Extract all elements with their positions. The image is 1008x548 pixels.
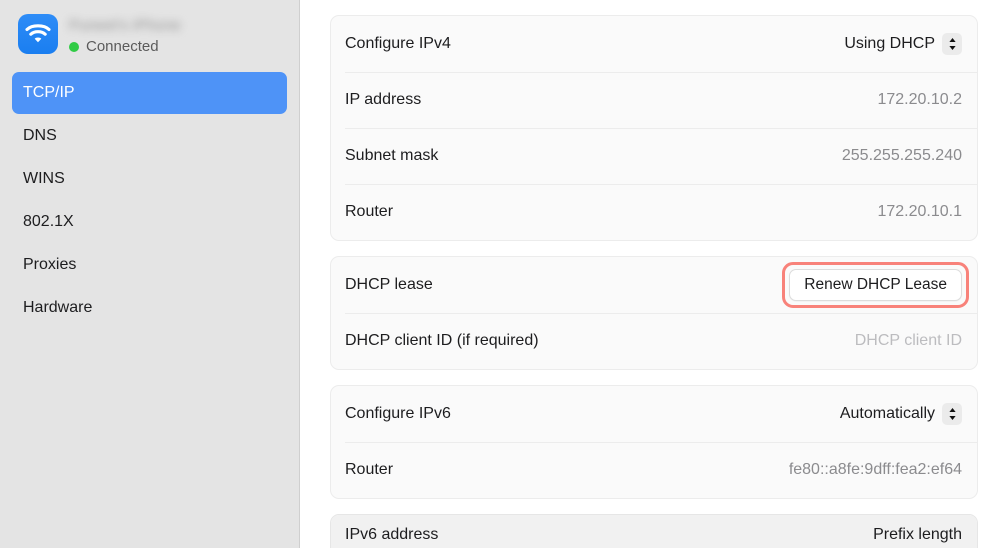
sidebar-nav: TCP/IP DNS WINS 802.1X Proxies Hardware <box>0 72 299 329</box>
dhcp-lease-label: DHCP lease <box>345 276 433 293</box>
table-header-row: IPv6 address Prefix length <box>331 515 977 548</box>
sidebar-item-wins[interactable]: WINS <box>12 158 287 200</box>
sidebar-item-label: WINS <box>23 170 65 187</box>
sidebar-item-label: Hardware <box>23 299 93 316</box>
sidebar-item-8021x[interactable]: 802.1X <box>12 201 287 243</box>
router-ipv6-label: Router <box>345 461 394 478</box>
row-router-ipv4: Router 172.20.10.1 <box>331 184 977 240</box>
chevron-updown-icon <box>942 403 962 425</box>
row-subnet-mask: Subnet mask 255.255.255.240 <box>331 128 977 184</box>
sidebar-item-label: 802.1X <box>23 213 74 230</box>
router-ipv4-label: Router <box>345 203 394 220</box>
dhcp-card: DHCP lease Renew DHCP Lease DHCP client … <box>330 256 978 370</box>
status-dot-icon <box>69 41 79 52</box>
ip-address-value: 172.20.10.2 <box>877 91 962 108</box>
row-ip-address: IP address 172.20.10.2 <box>331 72 977 128</box>
row-router-ipv6: Router fe80::a8fe:9dff:fea2:ef64 <box>331 442 977 498</box>
renew-dhcp-lease-wrap: Renew DHCP Lease <box>782 261 969 309</box>
configure-ipv4-popup[interactable]: Using DHCP <box>844 33 962 55</box>
row-configure-ipv6: Configure IPv6 Automatically <box>331 386 977 442</box>
subnet-mask-label: Subnet mask <box>345 147 439 164</box>
column-header-ipv6-address: IPv6 address <box>345 526 439 543</box>
sidebar-item-label: DNS <box>23 127 57 144</box>
configure-ipv6-value: Automatically <box>839 405 935 422</box>
configure-ipv6-popup[interactable]: Automatically <box>840 403 962 425</box>
router-ipv4-value: 172.20.10.1 <box>877 203 962 220</box>
device-status-label: Connected <box>86 38 159 55</box>
column-header-prefix-length: Prefix length <box>873 526 962 543</box>
renew-dhcp-lease-button[interactable]: Renew DHCP Lease <box>789 268 962 302</box>
row-dhcp-lease: DHCP lease Renew DHCP Lease <box>331 257 977 313</box>
dhcp-client-id-label: DHCP client ID (if required) <box>345 332 539 349</box>
device-name: Puneet's iPhone <box>69 17 181 34</box>
network-settings-window: Puneet's iPhone Connected TCP/IP DNS WIN… <box>0 0 1008 548</box>
configure-ipv6-label: Configure IPv6 <box>345 405 451 422</box>
sidebar: Puneet's iPhone Connected TCP/IP DNS WIN… <box>0 0 300 548</box>
device-status: Connected <box>69 38 181 55</box>
sidebar-item-label: TCP/IP <box>23 84 75 101</box>
row-dhcp-client-id: DHCP client ID (if required) DHCP client… <box>331 313 977 369</box>
sidebar-item-dns[interactable]: DNS <box>12 115 287 157</box>
router-ipv6-value: fe80::a8fe:9dff:fea2:ef64 <box>788 461 962 478</box>
ipv4-card: Configure IPv4 Using DHCP IP address 172… <box>330 15 978 241</box>
sidebar-item-proxies[interactable]: Proxies <box>12 244 287 286</box>
settings-content: Configure IPv4 Using DHCP IP address 172… <box>300 0 1008 548</box>
configure-ipv4-label: Configure IPv4 <box>345 35 451 52</box>
dhcp-client-id-input[interactable]: DHCP client ID <box>855 332 962 350</box>
chevron-updown-icon <box>942 33 962 55</box>
ip-address-label: IP address <box>345 91 422 108</box>
sidebar-item-hardware[interactable]: Hardware <box>12 287 287 329</box>
wifi-icon <box>18 14 58 54</box>
cards-column: Configure IPv4 Using DHCP IP address 172… <box>330 15 978 548</box>
sidebar-item-tcpip[interactable]: TCP/IP <box>12 72 287 114</box>
device-header: Puneet's iPhone Connected <box>0 0 299 55</box>
row-configure-ipv4: Configure IPv4 Using DHCP <box>331 16 977 72</box>
sidebar-item-label: Proxies <box>23 256 77 273</box>
subnet-mask-value: 255.255.255.240 <box>841 147 962 164</box>
device-meta: Puneet's iPhone Connected <box>69 14 181 55</box>
ipv6-card: Configure IPv6 Automatically Router fe80… <box>330 385 978 499</box>
configure-ipv4-value: Using DHCP <box>844 35 935 52</box>
ipv6-address-table: IPv6 address Prefix length <box>330 514 978 548</box>
